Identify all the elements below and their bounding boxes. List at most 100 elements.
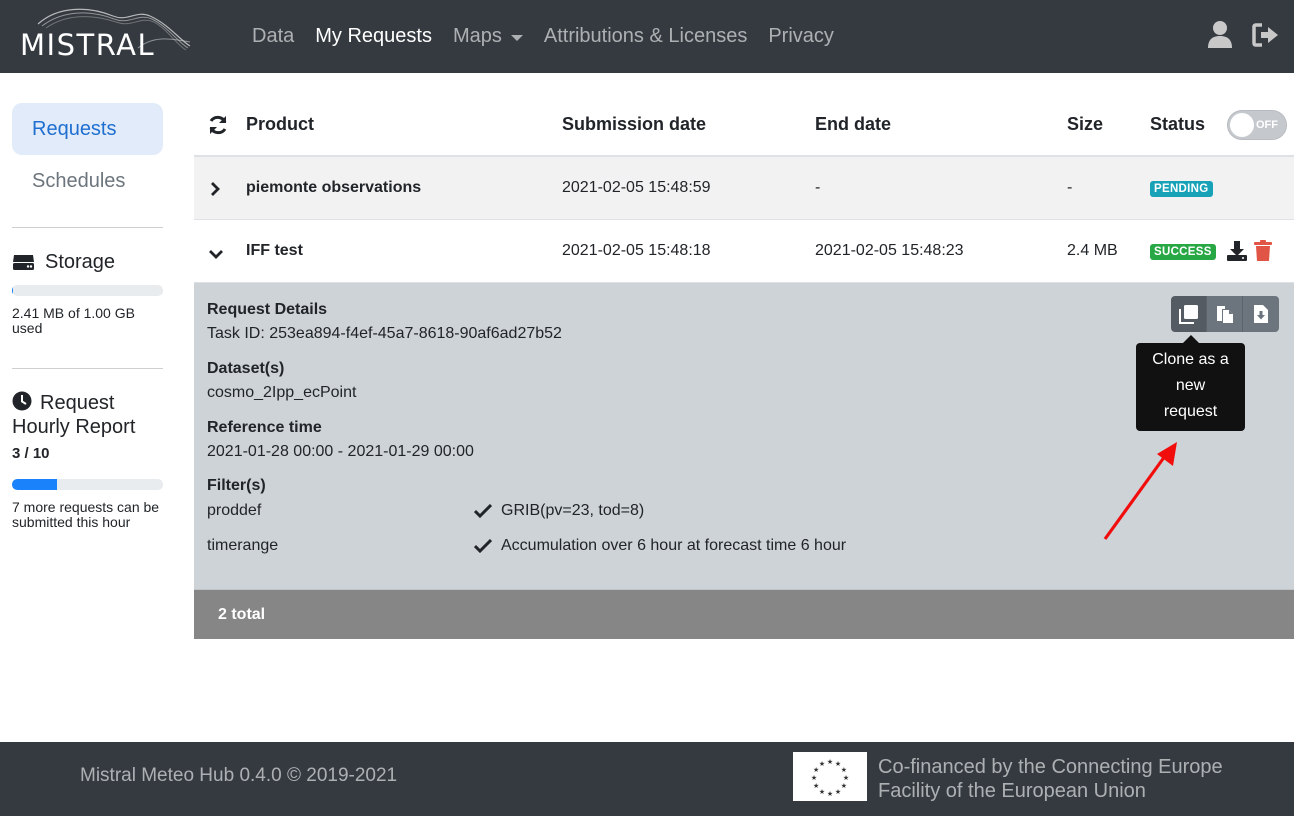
footer-cofinanced: Co-financed by the Connecting Europe Fac… (878, 755, 1223, 803)
row-end-date: - (815, 179, 821, 196)
sidebar-item-schedules[interactable]: Schedules (12, 155, 163, 207)
row-end-date: 2021-02-05 15:48:23 (815, 242, 964, 259)
reference-time-value: 2021-01-28 00:00 - 2021-01-29 00:00 (207, 443, 474, 460)
auto-refresh-toggle[interactable]: OFF (1227, 110, 1287, 140)
trash-icon[interactable] (1254, 240, 1272, 267)
task-id: Task ID: 253ea894-f4ef-45a7-8618-90af6ad… (207, 325, 562, 342)
download-request-button[interactable] (1243, 296, 1279, 332)
filter-name: proddef (207, 502, 262, 519)
storage-progress (12, 285, 163, 296)
sidebar-divider (12, 227, 163, 228)
eu-flag-logo: ★ ★ ★ ★ ★ ★ ★ ★ ★ ★ ★ ★ (793, 752, 867, 801)
filter-value: Accumulation over 6 hour at forecast tim… (474, 537, 846, 555)
filter-value-text: Accumulation over 6 hour at forecast tim… (501, 537, 847, 554)
details-title: Request Details (207, 301, 328, 318)
nav-right (1206, 20, 1280, 50)
filter-value-text: GRIB(pv=23, tod=8) (501, 502, 645, 519)
row-size: 2.4 MB (1067, 242, 1118, 259)
check-icon (474, 504, 492, 518)
clone-tooltip: Clone as a new request (1136, 343, 1245, 431)
table-row[interactable]: piemonte observations 2021-02-05 15:48:5… (194, 157, 1294, 220)
footer-copyright: Mistral Meteo Hub 0.4.0 © 2019-2021 (80, 765, 398, 786)
tooltip-line: new (1175, 377, 1206, 394)
table-header: Product Submission date End date Size St… (194, 93, 1294, 157)
requests-table: Product Submission date End date Size St… (194, 93, 1294, 639)
nav-link-privacy[interactable]: Privacy (768, 25, 834, 48)
tooltip-arrow (1183, 335, 1199, 343)
report-note: 7 more requests can be submitted this ho… (12, 499, 160, 530)
status-badge: PENDING (1150, 181, 1213, 197)
file-download-icon (1254, 305, 1268, 323)
storage-label: Storage (45, 250, 116, 273)
column-header-end-date[interactable]: End date (815, 114, 891, 135)
eu-star-icon: ★ (819, 788, 825, 796)
footer: Mistral Meteo Hub 0.4.0 © 2019-2021 ★ ★ ★ ★… (0, 742, 1294, 816)
footer-cofinanced-line: Co-financed by the Connecting Europe (878, 756, 1223, 778)
report-title: Request Hourly Report (12, 391, 163, 439)
refresh-icon[interactable] (207, 114, 229, 141)
chevron-right-icon[interactable] (210, 181, 220, 202)
toggle-label: OFF (1256, 119, 1278, 131)
clone-request-button[interactable] (1171, 296, 1207, 332)
logo-text: MISTRAL (20, 28, 156, 62)
tooltip-line: Clone as a (1152, 351, 1229, 368)
clock-icon (12, 391, 32, 411)
reference-time-label: Reference time (207, 419, 322, 436)
storage-usage-text: 2.41 MB of 1.00 GB used (12, 305, 135, 336)
report-progress (12, 479, 163, 490)
mistral-logo[interactable]: MISTRAL (18, 6, 196, 62)
nav-link-maps[interactable]: Maps (453, 25, 523, 48)
nav-link-my-requests[interactable]: My Requests (315, 25, 432, 48)
row-submission-date: 2021-02-05 15:48:18 (562, 242, 711, 259)
copy-request-button[interactable] (1207, 296, 1243, 332)
chevron-down-icon[interactable] (208, 246, 224, 264)
datasets-label: Dataset(s) (207, 360, 285, 377)
filters-label: Filter(s) (207, 477, 266, 494)
check-icon (474, 539, 492, 553)
table-total: 2 total (194, 590, 1294, 639)
user-icon[interactable] (1206, 20, 1234, 50)
eu-star-icon: ★ (827, 758, 833, 766)
storage-title: Storage (12, 248, 163, 276)
nav-links: Data My Requests Maps Attributions & Lic… (252, 0, 855, 73)
download-icon[interactable] (1226, 240, 1248, 267)
request-actions (1171, 296, 1279, 332)
filter-name: timerange (207, 537, 279, 554)
report-count: 3 / 10 (12, 445, 50, 462)
nav-link-data[interactable]: Data (252, 25, 294, 48)
clone-icon (1178, 305, 1198, 324)
tooltip-line: request (1163, 403, 1218, 420)
eu-star-icon: ★ (813, 782, 819, 790)
logout-icon[interactable] (1252, 20, 1280, 50)
column-header-submission-date[interactable]: Submission date (562, 114, 706, 135)
filter-value: GRIB(pv=23, tod=8) (474, 502, 644, 520)
sidebar-item-requests[interactable]: Requests (12, 103, 163, 155)
eu-star-icon: ★ (811, 774, 817, 782)
eu-star-icon: ★ (843, 774, 849, 782)
copy-icon (1216, 306, 1233, 323)
status-badge: SUCCESS (1150, 244, 1216, 260)
row-size: - (1067, 179, 1073, 196)
column-header-product[interactable]: Product (246, 114, 314, 135)
eu-star-icon: ★ (841, 782, 847, 790)
nav-link-attributions[interactable]: Attributions & Licenses (544, 25, 747, 48)
report-progress-fill (12, 479, 58, 490)
row-submission-date: 2021-02-05 15:48:59 (562, 179, 711, 196)
row-product: piemonte observations (246, 179, 422, 196)
annotation-arrow-icon (1103, 442, 1177, 540)
row-product: IFF test (246, 242, 303, 259)
column-header-status[interactable]: Status (1150, 114, 1205, 135)
sidebar: Requests Schedules Storage 2.41 MB of 1.… (12, 103, 163, 530)
sidebar-divider (12, 368, 163, 369)
toggle-knob (1230, 113, 1254, 137)
navbar: MISTRAL Data My Requests Maps Attributio… (0, 0, 1294, 73)
datasets-value: cosmo_2Ipp_ecPoint (207, 384, 357, 401)
eu-star-icon: ★ (841, 766, 847, 774)
chevron-down-icon (510, 34, 523, 41)
eu-star-icon: ★ (835, 788, 841, 796)
footer-cofinanced-line: Facility of the European Union (878, 780, 1146, 802)
nav-link-maps-label: Maps (452, 25, 502, 47)
eu-star-icon: ★ (819, 760, 825, 768)
column-header-size[interactable]: Size (1067, 114, 1103, 135)
table-row[interactable]: IFF test 2021-02-05 15:48:18 2021-02-05 … (194, 220, 1294, 283)
